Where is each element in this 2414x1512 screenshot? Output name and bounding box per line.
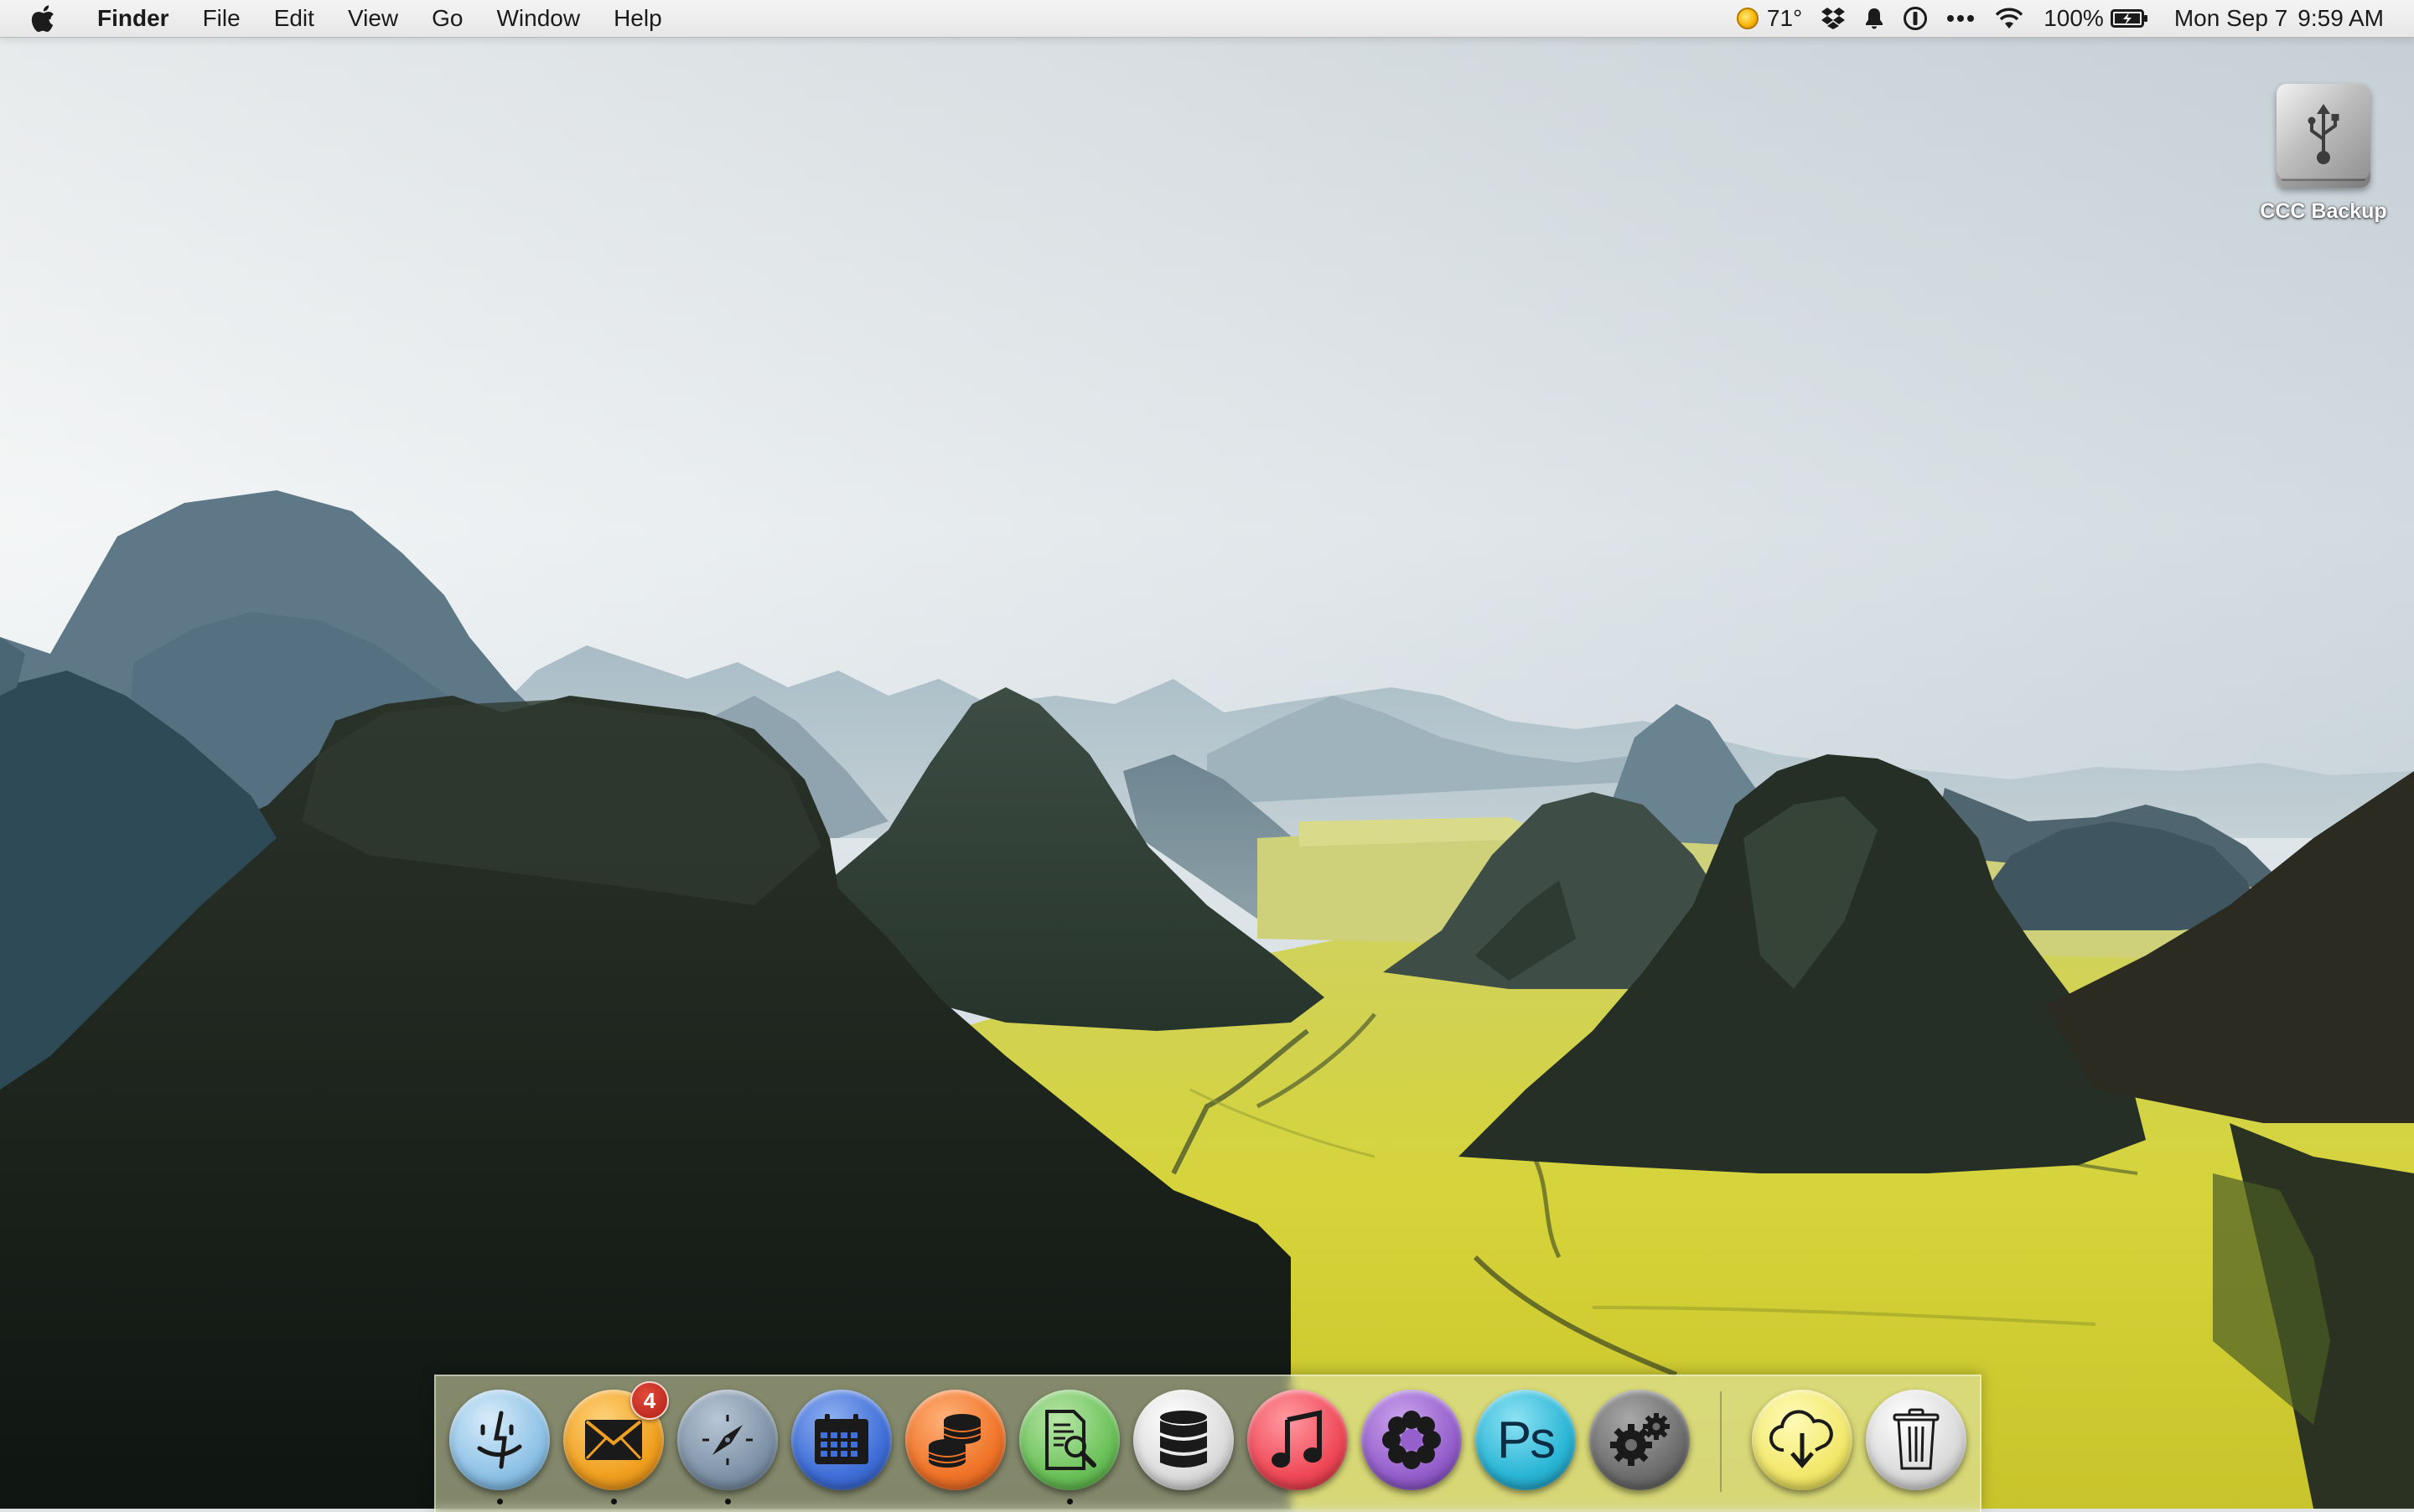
dropbox-icon[interactable] bbox=[1821, 7, 1846, 30]
menu-window[interactable]: Window bbox=[479, 0, 597, 37]
dock-safari[interactable] bbox=[677, 1390, 778, 1490]
desktop-icon-ccc-backup[interactable]: CCC Backup bbox=[2246, 84, 2401, 224]
desktop-icon-label: CCC Backup bbox=[2260, 199, 2387, 223]
dock-calendar[interactable] bbox=[791, 1390, 892, 1490]
usb-drive-icon bbox=[2277, 84, 2370, 188]
menu-bar-status-area: 71° 100% Mon Sep 7 9:59 AM bbox=[1718, 0, 2414, 37]
date-text[interactable]: Mon Sep 7 bbox=[2174, 5, 2287, 32]
sun-icon bbox=[1736, 8, 1759, 29]
menu-bar: Finder File Edit View Go Window Help 71° bbox=[0, 0, 2414, 38]
battery-status[interactable]: 100% bbox=[2044, 5, 2149, 32]
dock-database-app[interactable] bbox=[1133, 1390, 1234, 1490]
mail-unread-badge: 4 bbox=[630, 1381, 669, 1420]
more-dots-icon[interactable] bbox=[1946, 14, 1975, 23]
dock-separator bbox=[1720, 1391, 1722, 1492]
battery-percent-text: 100% bbox=[2044, 5, 2104, 31]
menu-go[interactable]: Go bbox=[415, 0, 479, 37]
mail-icon bbox=[585, 1420, 642, 1460]
menu-file[interactable]: File bbox=[186, 0, 257, 37]
cloud-download-icon bbox=[1769, 1410, 1833, 1468]
dock-finder[interactable] bbox=[449, 1390, 550, 1490]
trash-icon bbox=[1893, 1408, 1940, 1470]
gears-icon bbox=[1610, 1413, 1670, 1466]
preview-running-indicator bbox=[1067, 1499, 1073, 1504]
dock-photoshop[interactable]: Ps bbox=[1475, 1390, 1576, 1490]
database-icon bbox=[1160, 1411, 1207, 1468]
flower-icon bbox=[1382, 1411, 1441, 1469]
temperature-text: 71° bbox=[1766, 5, 1803, 31]
dock-trash[interactable] bbox=[1866, 1390, 1966, 1490]
finder-running-indicator bbox=[497, 1499, 503, 1504]
calendar-icon bbox=[815, 1414, 868, 1464]
1password-icon[interactable] bbox=[1903, 6, 1928, 31]
wifi-icon[interactable] bbox=[1993, 7, 2025, 30]
dock-coins-app[interactable] bbox=[905, 1390, 1006, 1490]
desktop-wallpaper bbox=[0, 0, 2414, 1509]
clock-text[interactable]: 9:59 AM bbox=[2297, 5, 2384, 32]
menu-help[interactable]: Help bbox=[597, 0, 679, 37]
menu-app-name[interactable]: Finder bbox=[91, 0, 186, 37]
compass-icon bbox=[702, 1415, 753, 1465]
battery-charging-icon bbox=[2110, 8, 2149, 28]
dock-music[interactable] bbox=[1247, 1390, 1348, 1490]
dock-system-preferences[interactable] bbox=[1589, 1390, 1690, 1490]
menu-view[interactable]: View bbox=[331, 0, 415, 37]
coins-icon bbox=[928, 1414, 982, 1468]
music-note-icon bbox=[1272, 1410, 1322, 1468]
mail-running-indicator bbox=[611, 1499, 617, 1504]
menu-edit[interactable]: Edit bbox=[257, 0, 331, 37]
dock-preview[interactable] bbox=[1019, 1390, 1120, 1490]
dock-downloads-stack[interactable] bbox=[1752, 1390, 1852, 1490]
menu-bar-left: Finder File Edit View Go Window Help bbox=[0, 0, 679, 37]
safari-running-indicator bbox=[725, 1499, 731, 1504]
notification-bell-icon[interactable] bbox=[1864, 7, 1884, 30]
photoshop-icon: Ps bbox=[1496, 1411, 1556, 1469]
apple-logo-icon[interactable] bbox=[30, 4, 59, 33]
dock-mail[interactable]: 4 bbox=[563, 1381, 669, 1490]
dock: 4 Ps bbox=[434, 1375, 1981, 1512]
finder-icon bbox=[477, 1411, 522, 1469]
weather-status[interactable]: 71° bbox=[1736, 5, 1803, 32]
document-search-icon bbox=[1045, 1410, 1096, 1470]
dock-flower-app[interactable] bbox=[1361, 1390, 1462, 1490]
